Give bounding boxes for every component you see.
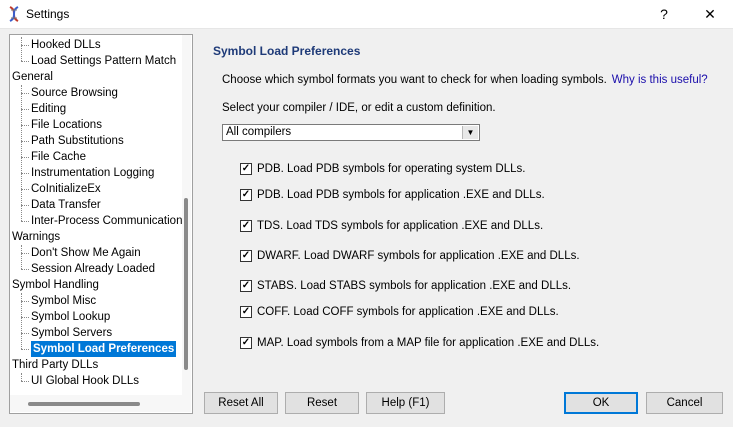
tree-connector: [21, 45, 29, 46]
tree-connector: [21, 173, 29, 174]
cancel-button[interactable]: Cancel: [646, 392, 723, 414]
settings-tree[interactable]: Hooked DLLs Load Settings Pattern Match Ge…: [9, 34, 193, 414]
tree-connector: [21, 373, 22, 381]
panel-heading: Symbol Load Preferences: [213, 44, 361, 58]
tree-item[interactable]: Instrumentation Logging: [31, 165, 154, 181]
tree-vertical-scrollbar[interactable]: [182, 35, 191, 395]
why-useful-link[interactable]: Why is this useful?: [612, 74, 708, 86]
tree-connector: [21, 125, 29, 126]
tree-item[interactable]: Symbol Misc: [31, 293, 96, 309]
tree-connector: [21, 221, 29, 222]
tree-item[interactable]: Data Transfer: [31, 197, 101, 213]
tree-group[interactable]: General: [12, 69, 53, 85]
tree-connector: [21, 85, 22, 221]
tree-connector: [21, 157, 29, 158]
tree-connector: [21, 245, 22, 269]
tree-connector: [21, 109, 29, 110]
option-checkbox[interactable]: ✓: [240, 306, 252, 318]
option-label: DWARF. Load DWARF symbols for applicatio…: [257, 250, 580, 262]
option-label: PDB. Load PDB symbols for application .E…: [257, 189, 545, 201]
tree-connector: [21, 37, 22, 61]
tree-item[interactable]: Don't Show Me Again: [31, 245, 141, 261]
tree-item[interactable]: File Locations: [31, 117, 102, 133]
compiler-select-value: All compilers: [226, 126, 292, 138]
option-label: TDS. Load TDS symbols for application .E…: [257, 220, 544, 232]
option-checkbox[interactable]: ✓: [240, 163, 252, 175]
tree-item[interactable]: Load Settings Pattern Match: [31, 53, 176, 69]
option-label: STABS. Load STABS symbols for applicatio…: [257, 280, 572, 292]
option-checkbox[interactable]: ✓: [240, 337, 252, 349]
dna-icon: [9, 6, 19, 22]
tree-connector: [21, 253, 29, 254]
option-label: PDB. Load PDB symbols for operating syst…: [257, 163, 526, 175]
description-text: Choose which symbol formats you want to …: [222, 74, 607, 86]
tree-connector: [21, 189, 29, 190]
tree-connector: [21, 205, 29, 206]
tree-group[interactable]: Third Party DLLs: [12, 357, 98, 373]
help-button[interactable]: Help (F1): [366, 392, 445, 414]
vertical-scroll-thumb[interactable]: [184, 198, 188, 370]
window-title: Settings: [26, 7, 70, 21]
tree-connector: [21, 293, 22, 349]
tree-connector: [21, 269, 29, 270]
tree-connector: [21, 317, 29, 318]
tree-connector: [21, 301, 29, 302]
tree-connector: [21, 141, 29, 142]
reset-all-button[interactable]: Reset All: [204, 392, 278, 414]
tree-connector: [21, 381, 29, 382]
tree-group[interactable]: Symbol Handling: [12, 277, 99, 293]
panel-description: Choose which symbol formats you want to …: [222, 74, 708, 86]
tree-item[interactable]: Inter-Process Communication: [31, 213, 182, 229]
tree-item[interactable]: Symbol Load Preferences: [31, 341, 177, 357]
option-checkbox[interactable]: ✓: [240, 250, 252, 262]
compiler-select[interactable]: All compilers ▼: [222, 124, 480, 141]
option-label: MAP. Load symbols from a MAP file for ap…: [257, 337, 600, 349]
tree-item[interactable]: Symbol Servers: [31, 325, 112, 341]
tree-item[interactable]: Session Already Loaded: [31, 261, 155, 277]
ok-button[interactable]: OK: [564, 392, 638, 414]
tree-item[interactable]: CoInitializeEx: [31, 181, 101, 197]
option-checkbox[interactable]: ✓: [240, 280, 252, 292]
title-bar: Settings ? ✕: [0, 0, 733, 29]
tree-horizontal-scrollbar[interactable]: [10, 395, 191, 412]
close-window-button[interactable]: ✕: [687, 0, 733, 28]
tree-group[interactable]: Warnings: [12, 229, 60, 245]
tree-connector: [21, 93, 29, 94]
tree-item[interactable]: Symbol Lookup: [31, 309, 110, 325]
horizontal-scroll-thumb[interactable]: [28, 402, 140, 406]
compiler-label: Select your compiler / IDE, or edit a cu…: [222, 102, 496, 114]
option-label: COFF. Load COFF symbols for application …: [257, 306, 559, 318]
tree-connector: [21, 333, 29, 334]
tree-item[interactable]: UI Global Hook DLLs: [31, 373, 139, 389]
tree-item[interactable]: Editing: [31, 101, 66, 117]
tree-item[interactable]: File Cache: [31, 149, 86, 165]
tree-connector: [21, 61, 29, 62]
option-checkbox[interactable]: ✓: [240, 189, 252, 201]
tree-connector: [21, 349, 29, 350]
reset-button[interactable]: Reset: [285, 392, 359, 414]
tree-item[interactable]: Path Substitutions: [31, 133, 124, 149]
tree-item[interactable]: Hooked DLLs: [31, 37, 101, 53]
tree-item[interactable]: Source Browsing: [31, 85, 118, 101]
chevron-down-icon[interactable]: ▼: [462, 126, 478, 139]
help-title-button[interactable]: ?: [641, 0, 687, 28]
option-checkbox[interactable]: ✓: [240, 220, 252, 232]
